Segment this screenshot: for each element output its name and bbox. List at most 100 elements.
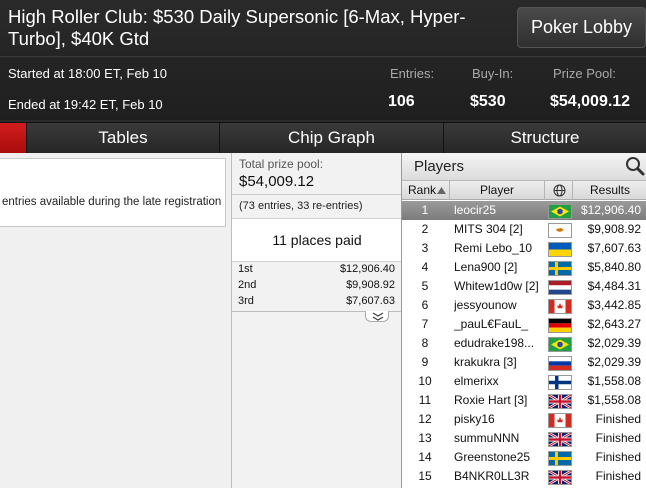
players-title: Players [414, 158, 465, 175]
flag-brazil-icon [548, 204, 572, 219]
flag-sweden-icon [548, 261, 572, 276]
player-result: $2,643.27 [587, 317, 641, 331]
entries-note: (73 entries, 33 re-entries) [239, 200, 363, 212]
player-name: elmerixx [454, 374, 499, 388]
player-result: Finished [595, 412, 641, 426]
total-prize-pool-label: Total prize pool: [239, 157, 324, 171]
player-name: Remi Lebo_10 [454, 241, 533, 255]
info-panel: entries available during the late regist… [0, 153, 231, 488]
player-row[interactable]: 6 jessyounow $3,442.85 [402, 296, 646, 315]
player-rank: 7 [421, 317, 429, 331]
player-rank: 4 [421, 260, 429, 274]
player-name: Roxie Hart [3] [454, 393, 528, 407]
player-name: Greenstone25 [454, 450, 531, 464]
player-row[interactable]: 15 B4NKR0LL3R Finished [402, 467, 646, 486]
flag-brazil-icon [548, 337, 572, 352]
tab-structure[interactable]: Structure [443, 123, 646, 153]
player-row[interactable]: 3 Remi Lebo_10 $7,607.63 [402, 239, 646, 258]
player-result: Finished [595, 431, 641, 445]
player-rank: 2 [421, 222, 429, 236]
players-column-header: Rank Player Results [402, 181, 646, 200]
tab-chip-graph[interactable]: Chip Graph [219, 123, 443, 153]
flag-uk-icon [548, 469, 572, 486]
prize-pool-label: Prize Pool: [553, 66, 616, 81]
player-result: $2,029.39 [587, 355, 641, 369]
payout-amount: $7,607.63 [346, 295, 395, 307]
player-result: $3,442.85 [587, 298, 641, 312]
payout-row: 3rd $7,607.63 [232, 294, 398, 310]
player-result: Finished [595, 469, 641, 483]
flag-canada-icon [548, 299, 572, 314]
places-paid: 11 places paid [272, 232, 362, 248]
column-country[interactable] [545, 181, 573, 200]
player-result: $12,906.40 [580, 203, 641, 217]
total-prize-pool-value: $54,009.12 [239, 173, 315, 190]
player-name: krakukra [3] [454, 355, 517, 369]
flag-uk-icon [548, 431, 572, 448]
payout-amount: $9,908.92 [346, 279, 395, 291]
late-registration-note: entries available during the late regist… [2, 196, 222, 208]
end-time: Ended at 19:42 ET, Feb 10 [8, 97, 163, 112]
column-rank[interactable]: Rank [402, 181, 450, 200]
player-rank: 13 [418, 431, 432, 445]
payout-row: 2nd $9,908.92 [232, 278, 398, 294]
flag-finland-icon [548, 375, 572, 390]
players-header: Players [402, 153, 646, 181]
player-row[interactable]: 14 Greenstone25 Finished [402, 448, 646, 467]
divider [232, 194, 402, 195]
player-row[interactable]: 8 edudrake198... $2,029.39 [402, 334, 646, 353]
flag-canada-icon [548, 413, 572, 428]
globe-icon [553, 184, 566, 197]
player-name: MITS 304 [2] [454, 222, 523, 236]
double-chevron-down-icon [372, 312, 384, 321]
search-button[interactable] [624, 155, 646, 177]
payout-amount: $12,906.40 [339, 263, 395, 275]
player-result: $9,908.92 [587, 222, 641, 236]
poker-lobby-button[interactable]: Poker Lobby [517, 7, 646, 48]
player-result: $1,558.08 [587, 393, 641, 407]
player-name: summuNNN [454, 431, 520, 445]
player-row[interactable]: 9 krakukra [3] $2,029.39 [402, 353, 646, 372]
header-divider [0, 56, 646, 57]
tab-tables[interactable]: Tables [26, 123, 219, 153]
player-row[interactable]: 13 summuNNN Finished [402, 429, 646, 448]
player-rank: 15 [418, 469, 432, 483]
column-player[interactable]: Player [450, 181, 545, 200]
prize-panel: Total prize pool: $54,009.12 (73 entries… [231, 153, 402, 488]
player-result: $7,607.63 [587, 241, 641, 255]
buyin-value: $530 [470, 93, 506, 110]
players-panel: Players Rank Player Results 1 leocir25 $12… [401, 153, 646, 488]
column-rank-label: Rank [408, 183, 437, 197]
player-row[interactable]: 7 _pauL€FauL_ $2,643.27 [402, 315, 646, 334]
flag-russia-icon [548, 356, 572, 371]
player-row[interactable]: 2 MITS 304 [2] $9,908.92 [402, 220, 646, 239]
info-box: entries available during the late regist… [0, 158, 226, 227]
player-row[interactable]: 11 Roxie Hart [3] $1,558.08 [402, 391, 646, 410]
player-rank: 6 [421, 298, 429, 312]
player-rank: 9 [421, 355, 429, 369]
player-row[interactable]: 10 elmerixx $1,558.08 [402, 372, 646, 391]
player-row[interactable]: 12 pisky16 Finished [402, 410, 646, 429]
sort-ascending-icon [437, 187, 446, 194]
tab-info[interactable] [0, 123, 26, 153]
player-row[interactable]: 5 Whitew1d0w [2] $4,484.31 [402, 277, 646, 296]
expand-payouts-button[interactable] [365, 311, 389, 322]
player-result: Finished [595, 450, 641, 464]
buyin-label: Buy-In: [472, 66, 514, 81]
player-name: jessyounow [454, 298, 517, 312]
payout-place: 1st [238, 263, 253, 275]
flag-cyprus-icon [548, 223, 572, 238]
column-results[interactable]: Results [573, 181, 646, 200]
player-row[interactable]: 4 Lena900 [2] $5,840.80 [402, 258, 646, 277]
flag-sweden-icon [548, 451, 572, 466]
tournament-header: High Roller Club: $530 Daily Supersonic … [0, 0, 646, 120]
player-name: edudrake198... [454, 336, 535, 350]
flag-netherlands-icon [548, 280, 572, 295]
player-row[interactable]: 1 leocir25 $12,906.40 [402, 201, 646, 220]
tournament-title: High Roller Club: $530 Daily Supersonic … [8, 6, 466, 49]
prize-pool-value: $54,009.12 [550, 93, 631, 110]
player-rank: 5 [421, 279, 429, 293]
player-name: _pauL€FauL_ [454, 317, 529, 331]
entries-value: 106 [388, 93, 415, 110]
players-list: 1 leocir25 $12,906.40 2 MITS 304 [2] $9,908.9… [402, 201, 646, 486]
